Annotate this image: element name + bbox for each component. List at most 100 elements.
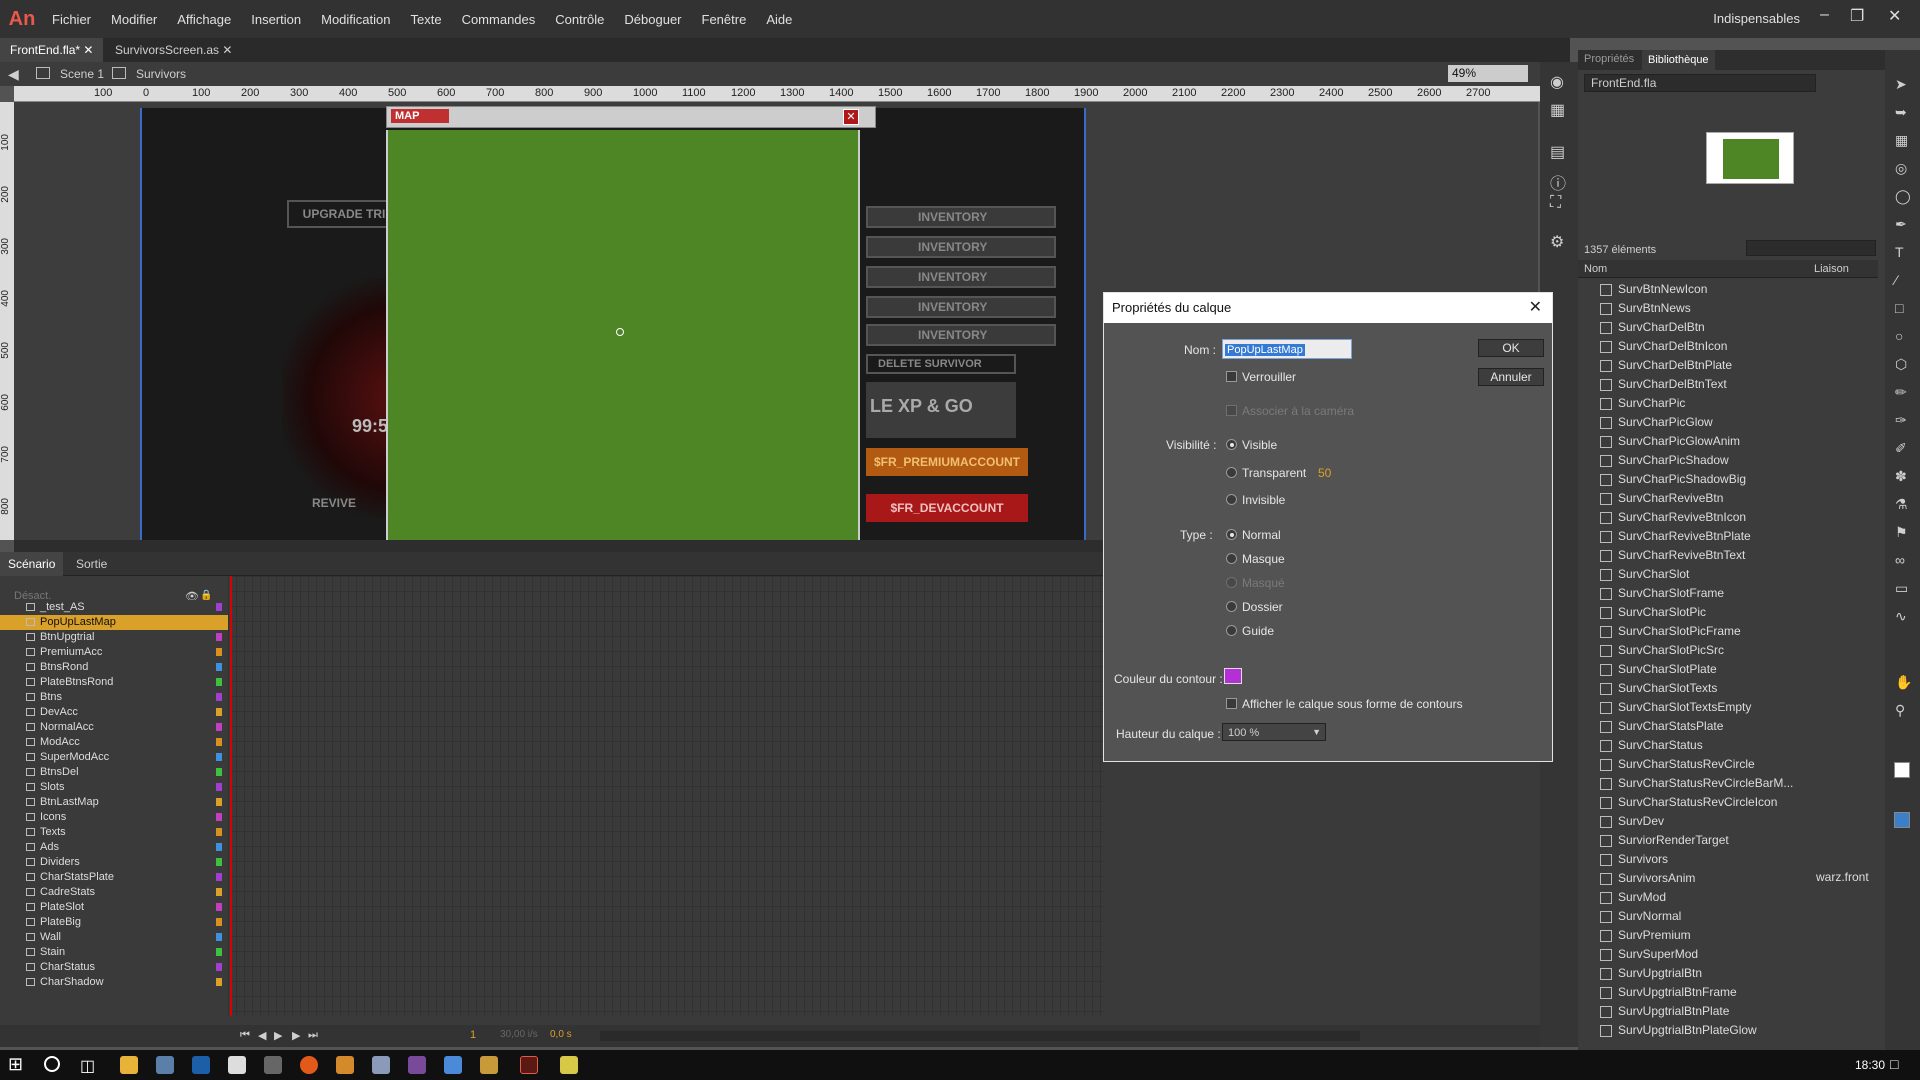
map-close-icon[interactable]: ✕ bbox=[843, 109, 859, 125]
symbol-label[interactable]: Survivors bbox=[136, 67, 186, 81]
app-icon[interactable] bbox=[372, 1056, 390, 1074]
rectangle-tool-icon[interactable]: □ bbox=[1895, 300, 1903, 316]
text-tool-icon[interactable]: T bbox=[1895, 244, 1904, 260]
menu-item[interactable]: Commandes bbox=[452, 12, 546, 27]
library-item[interactable]: SurvCharReviveBtnText bbox=[1618, 548, 1745, 562]
library-item[interactable]: SurvCharPicGlowAnim bbox=[1618, 434, 1740, 448]
zoom-select[interactable]: 49% bbox=[1448, 65, 1528, 82]
library-item[interactable]: SurvBtnNewIcon bbox=[1618, 282, 1707, 296]
color-icon[interactable]: ◉ bbox=[1550, 72, 1564, 92]
library-item[interactable]: SurvCharDelBtnPlate bbox=[1618, 358, 1732, 372]
library-item[interactable]: SurvCharSlotPlate bbox=[1618, 662, 1717, 676]
transparent-value[interactable]: 50 bbox=[1318, 466, 1331, 480]
library-item[interactable]: SurvUpgtrialBtn bbox=[1618, 966, 1702, 980]
library-item[interactable]: SurvCharReviveBtn bbox=[1618, 491, 1723, 505]
file-explorer-icon[interactable] bbox=[120, 1056, 138, 1074]
library-item[interactable]: SurvCharPic bbox=[1618, 396, 1685, 410]
library-item[interactable]: SurvCharSlotTextsEmpty bbox=[1618, 700, 1751, 714]
library-item[interactable]: Survivors bbox=[1618, 852, 1668, 866]
steam-icon[interactable] bbox=[192, 1056, 210, 1074]
guide-radio[interactable] bbox=[1226, 625, 1237, 636]
stage-horizontal-scrollbar[interactable] bbox=[14, 540, 1104, 552]
ok-button[interactable]: OK bbox=[1478, 339, 1544, 357]
back-arrow-icon[interactable]: ◀ bbox=[8, 66, 19, 83]
mail-icon[interactable] bbox=[228, 1056, 246, 1074]
layer-row[interactable]: Texts bbox=[0, 825, 228, 840]
menu-item[interactable]: Déboguer bbox=[614, 12, 691, 27]
components-icon[interactable]: ⚙ bbox=[1550, 232, 1564, 252]
oval-tool-icon[interactable]: ○ bbox=[1895, 328, 1903, 344]
library-item[interactable]: SurvCharSlotTexts bbox=[1618, 681, 1717, 695]
outline-color-swatch[interactable] bbox=[1224, 668, 1242, 684]
premium-account-button[interactable]: $FR_PREMIUMACCOUNT bbox=[866, 448, 1028, 476]
menu-item[interactable]: Aide bbox=[756, 12, 802, 27]
library-item[interactable]: SurvSuperMod bbox=[1618, 947, 1698, 961]
subselection-tool-icon[interactable]: ➥ bbox=[1895, 104, 1907, 121]
close-tab-icon[interactable]: ✕ bbox=[83, 43, 93, 57]
tab-scenario[interactable]: Scénario bbox=[0, 552, 64, 576]
workspace-switcher[interactable]: Indispensables bbox=[1713, 11, 1800, 26]
library-item[interactable]: SurvCharDelBtnIcon bbox=[1618, 339, 1727, 353]
app-icon[interactable] bbox=[444, 1056, 462, 1074]
library-search-input[interactable] bbox=[1746, 240, 1876, 256]
revive-text[interactable]: REVIVE bbox=[312, 496, 356, 510]
layer-row[interactable]: PlateBtnsRond bbox=[0, 675, 228, 690]
notepad-icon[interactable] bbox=[560, 1056, 578, 1074]
tab-output[interactable]: Sortie bbox=[70, 552, 113, 576]
library-item[interactable]: SurvNormal bbox=[1618, 909, 1681, 923]
inventory-button[interactable]: INVENTORY bbox=[866, 206, 1056, 228]
notifications-icon[interactable]: □ bbox=[1890, 1056, 1898, 1072]
ink-bottle-icon[interactable]: ⚑ bbox=[1895, 524, 1908, 541]
brush-tool-icon[interactable]: ✑ bbox=[1895, 412, 1907, 429]
lock-checkbox[interactable] bbox=[1226, 371, 1237, 382]
inventory-button[interactable]: INVENTORY bbox=[866, 324, 1056, 346]
pen-tool-icon[interactable]: ✒ bbox=[1895, 216, 1907, 233]
stroke-color-swatch[interactable] bbox=[1894, 762, 1910, 778]
layer-row[interactable]: Dividers bbox=[0, 855, 228, 870]
inventory-button[interactable]: INVENTORY bbox=[866, 266, 1056, 288]
map-popup-area[interactable] bbox=[386, 130, 860, 540]
layer-row[interactable]: CharStatus bbox=[0, 960, 228, 975]
library-item[interactable]: SurvCharDelBtn bbox=[1618, 320, 1705, 334]
layer-row[interactable]: BtnsRond bbox=[0, 660, 228, 675]
library-item[interactable]: SurvUpgtrialBtnFrame bbox=[1618, 985, 1737, 999]
layer-row[interactable]: NormalAcc bbox=[0, 720, 228, 735]
layer-row[interactable]: PlateSlot bbox=[0, 900, 228, 915]
app-icon[interactable] bbox=[264, 1056, 282, 1074]
menu-item[interactable]: Contrôle bbox=[545, 12, 614, 27]
eyedropper-tool-icon[interactable]: ∞ bbox=[1895, 552, 1905, 568]
selection-tool-icon[interactable]: ➤ bbox=[1895, 76, 1907, 93]
next-frame-icon[interactable]: ▶ bbox=[292, 1029, 300, 1042]
timeline-scrollbar[interactable] bbox=[600, 1031, 1360, 1041]
current-frame[interactable]: 1 bbox=[470, 1029, 476, 1041]
layer-row[interactable]: Wall bbox=[0, 930, 228, 945]
hand-tool-icon[interactable]: ✋ bbox=[1895, 674, 1912, 691]
app-icon[interactable] bbox=[480, 1056, 498, 1074]
library-item[interactable]: SurvCharDelBtnText bbox=[1618, 377, 1727, 391]
library-file-select[interactable]: FrontEnd.fla bbox=[1584, 74, 1816, 92]
layer-row[interactable]: BtnLastMap bbox=[0, 795, 228, 810]
library-item[interactable]: SurvBtnNews bbox=[1618, 301, 1691, 315]
transform-tool-icon[interactable]: ▦ bbox=[1895, 132, 1908, 149]
library-item[interactable]: SurvCharStatsPlate bbox=[1618, 719, 1723, 733]
visible-radio[interactable] bbox=[1226, 439, 1237, 450]
pencil-tool-icon[interactable]: ✏ bbox=[1895, 384, 1907, 401]
delete-survivor-button[interactable]: DELETE SURVIVOR bbox=[866, 354, 1016, 374]
layer-row[interactable]: Ads bbox=[0, 840, 228, 855]
library-item[interactable]: SurvCharPicShadowBig bbox=[1618, 472, 1746, 486]
tab-survivors-screen[interactable]: SurvivorsScreen.as ✕ bbox=[105, 38, 242, 62]
layer-row[interactable]: PremiumAcc bbox=[0, 645, 228, 660]
maximize-icon[interactable]: ❐ bbox=[1850, 6, 1864, 26]
library-item[interactable]: SurvUpgtrialBtnPlate bbox=[1618, 1004, 1729, 1018]
zoom-tool-icon[interactable]: ⚲ bbox=[1895, 702, 1905, 719]
layer-row[interactable]: SuperModAcc bbox=[0, 750, 228, 765]
last-frame-icon[interactable]: ⏭ bbox=[308, 1029, 318, 1042]
firefox-icon[interactable] bbox=[300, 1056, 318, 1074]
library-item[interactable]: SurvCharSlotPicFrame bbox=[1618, 624, 1741, 638]
lasso-tool-icon[interactable]: ◯ bbox=[1895, 188, 1911, 205]
dev-account-button[interactable]: $FR_DEVACCOUNT bbox=[866, 494, 1028, 522]
library-item[interactable]: SurvCharSlotPicSrc bbox=[1618, 643, 1724, 657]
task-view-icon[interactable]: ◫ bbox=[80, 1056, 95, 1076]
folder-radio[interactable] bbox=[1226, 601, 1237, 612]
mask-radio[interactable] bbox=[1226, 553, 1237, 564]
